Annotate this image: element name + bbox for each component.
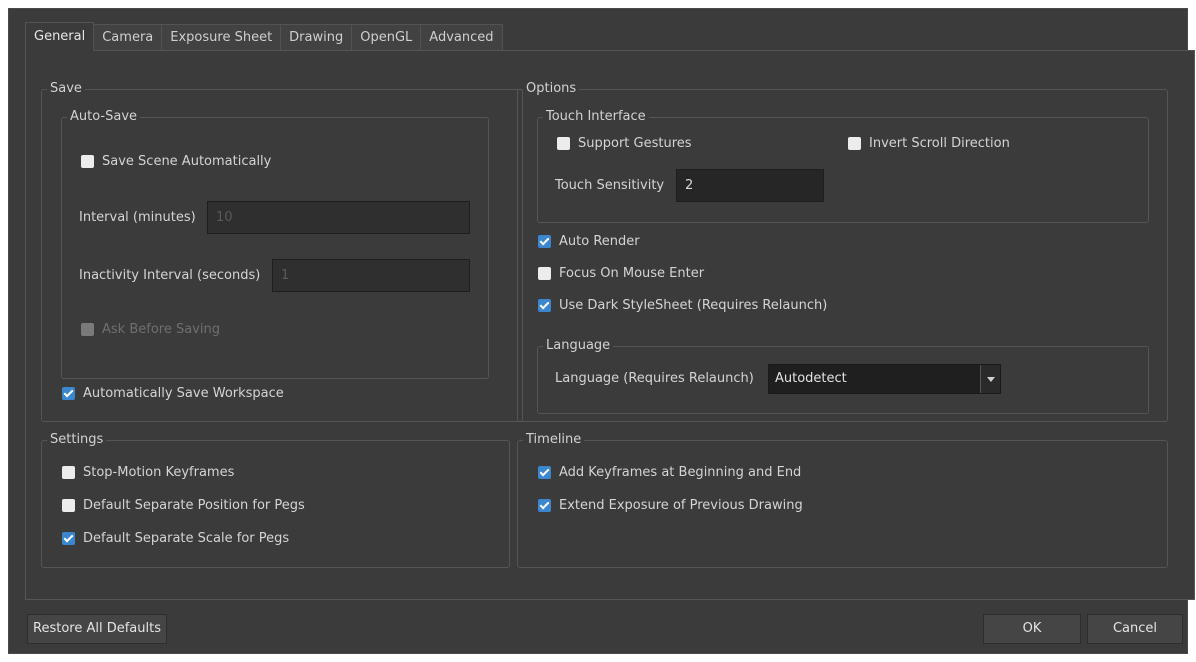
- invert-scroll-direction-checkbox[interactable]: Invert Scroll Direction: [848, 136, 1010, 151]
- options-group-title: Options: [523, 81, 580, 97]
- checkbox-box: [62, 499, 75, 512]
- save-group: Save Auto-Save Save Scene Automatically …: [41, 81, 523, 422]
- tab-opengl[interactable]: OpenGL: [351, 24, 422, 51]
- checkbox-box: [62, 387, 75, 400]
- tab-advanced[interactable]: Advanced: [420, 24, 503, 51]
- dark-stylesheet-checkbox[interactable]: Use Dark StyleSheet (Requires Relaunch): [538, 298, 827, 313]
- ok-button[interactable]: OK: [983, 614, 1081, 644]
- language-group-title: Language: [543, 338, 614, 354]
- language-select[interactable]: Autodetect: [768, 364, 1001, 394]
- invert-scroll-direction-label: Invert Scroll Direction: [869, 136, 1010, 151]
- settings-group-title: Settings: [47, 432, 107, 448]
- inactivity-interval-label: Inactivity Interval (seconds): [79, 268, 261, 283]
- checkbox-box: [81, 155, 94, 168]
- stop-motion-keyframes-label: Stop-Motion Keyframes: [83, 465, 235, 480]
- checkbox-box: [538, 235, 551, 248]
- support-gestures-label: Support Gestures: [578, 136, 692, 151]
- checkbox-box: [81, 323, 94, 336]
- stop-motion-keyframes-checkbox[interactable]: Stop-Motion Keyframes: [62, 465, 234, 480]
- checkbox-box: [848, 137, 861, 150]
- options-group: Options Touch Interface Support Gestures…: [517, 81, 1168, 422]
- language-label: Language (Requires Relaunch): [555, 371, 754, 386]
- save-group-title: Save: [47, 81, 85, 97]
- timeline-group: Timeline Add Keyframes at Beginning and …: [517, 432, 1168, 568]
- focus-on-mouse-enter-label: Focus On Mouse Enter: [559, 266, 705, 281]
- touch-interface-group-title: Touch Interface: [543, 109, 649, 125]
- support-gestures-checkbox[interactable]: Support Gestures: [557, 136, 692, 151]
- separate-position-pegs-checkbox[interactable]: Default Separate Position for Pegs: [62, 498, 305, 513]
- separate-scale-pegs-checkbox[interactable]: Default Separate Scale for Pegs: [62, 531, 289, 546]
- auto-render-label: Auto Render: [559, 234, 640, 249]
- auto-render-checkbox[interactable]: Auto Render: [538, 234, 640, 249]
- ask-before-saving-label: Ask Before Saving: [102, 322, 220, 337]
- checkbox-box: [538, 499, 551, 512]
- tab-exposure-sheet[interactable]: Exposure Sheet: [161, 24, 282, 51]
- inactivity-interval-input[interactable]: 1: [272, 259, 470, 292]
- autosave-group-title: Auto-Save: [67, 109, 141, 125]
- extend-exposure-label: Extend Exposure of Previous Drawing: [559, 498, 803, 513]
- auto-save-workspace-checkbox[interactable]: Automatically Save Workspace: [62, 386, 284, 401]
- interval-label: Interval (minutes): [79, 210, 196, 225]
- tab-general[interactable]: General: [25, 22, 95, 51]
- separate-position-pegs-label: Default Separate Position for Pegs: [83, 498, 305, 513]
- autosave-group: Auto-Save Save Scene Automatically Inter…: [61, 109, 489, 379]
- touch-sensitivity-label: Touch Sensitivity: [555, 178, 665, 193]
- checkbox-box: [62, 466, 75, 479]
- focus-on-mouse-enter-checkbox[interactable]: Focus On Mouse Enter: [538, 266, 704, 281]
- extend-exposure-checkbox[interactable]: Extend Exposure of Previous Drawing: [538, 498, 803, 513]
- checkbox-box: [62, 532, 75, 545]
- dark-stylesheet-label: Use Dark StyleSheet (Requires Relaunch): [559, 298, 828, 313]
- save-scene-automatically-label: Save Scene Automatically: [102, 154, 272, 169]
- add-keyframes-checkbox[interactable]: Add Keyframes at Beginning and End: [538, 465, 801, 480]
- auto-save-workspace-label: Automatically Save Workspace: [83, 386, 284, 401]
- touch-interface-group: Touch Interface Support Gestures Invert …: [537, 109, 1149, 223]
- tab-camera[interactable]: Camera: [93, 24, 163, 51]
- separate-scale-pegs-label: Default Separate Scale for Pegs: [83, 531, 290, 546]
- settings-group: Settings Stop-Motion Keyframes Default S…: [41, 432, 510, 568]
- language-select-value: Autodetect: [775, 371, 847, 386]
- restore-all-defaults-button[interactable]: Restore All Defaults: [27, 614, 167, 644]
- cancel-button[interactable]: Cancel: [1087, 614, 1183, 644]
- checkbox-box: [557, 137, 570, 150]
- language-group: Language Language (Requires Relaunch) Au…: [537, 338, 1149, 414]
- chevron-down-icon[interactable]: [980, 365, 1000, 393]
- interval-input[interactable]: 10: [207, 201, 470, 234]
- add-keyframes-label: Add Keyframes at Beginning and End: [559, 465, 802, 480]
- touch-sensitivity-input[interactable]: 2: [676, 169, 824, 202]
- save-scene-automatically-checkbox[interactable]: Save Scene Automatically: [81, 154, 271, 169]
- ask-before-saving-checkbox[interactable]: Ask Before Saving: [81, 322, 220, 337]
- checkbox-box: [538, 299, 551, 312]
- tab-bar: General Camera Exposure Sheet Drawing Op…: [25, 22, 503, 51]
- timeline-group-title: Timeline: [523, 432, 585, 448]
- tab-drawing[interactable]: Drawing: [280, 24, 353, 51]
- checkbox-box: [538, 267, 551, 280]
- checkbox-box: [538, 466, 551, 479]
- general-tab-panel: Save Auto-Save Save Scene Automatically …: [25, 50, 1195, 600]
